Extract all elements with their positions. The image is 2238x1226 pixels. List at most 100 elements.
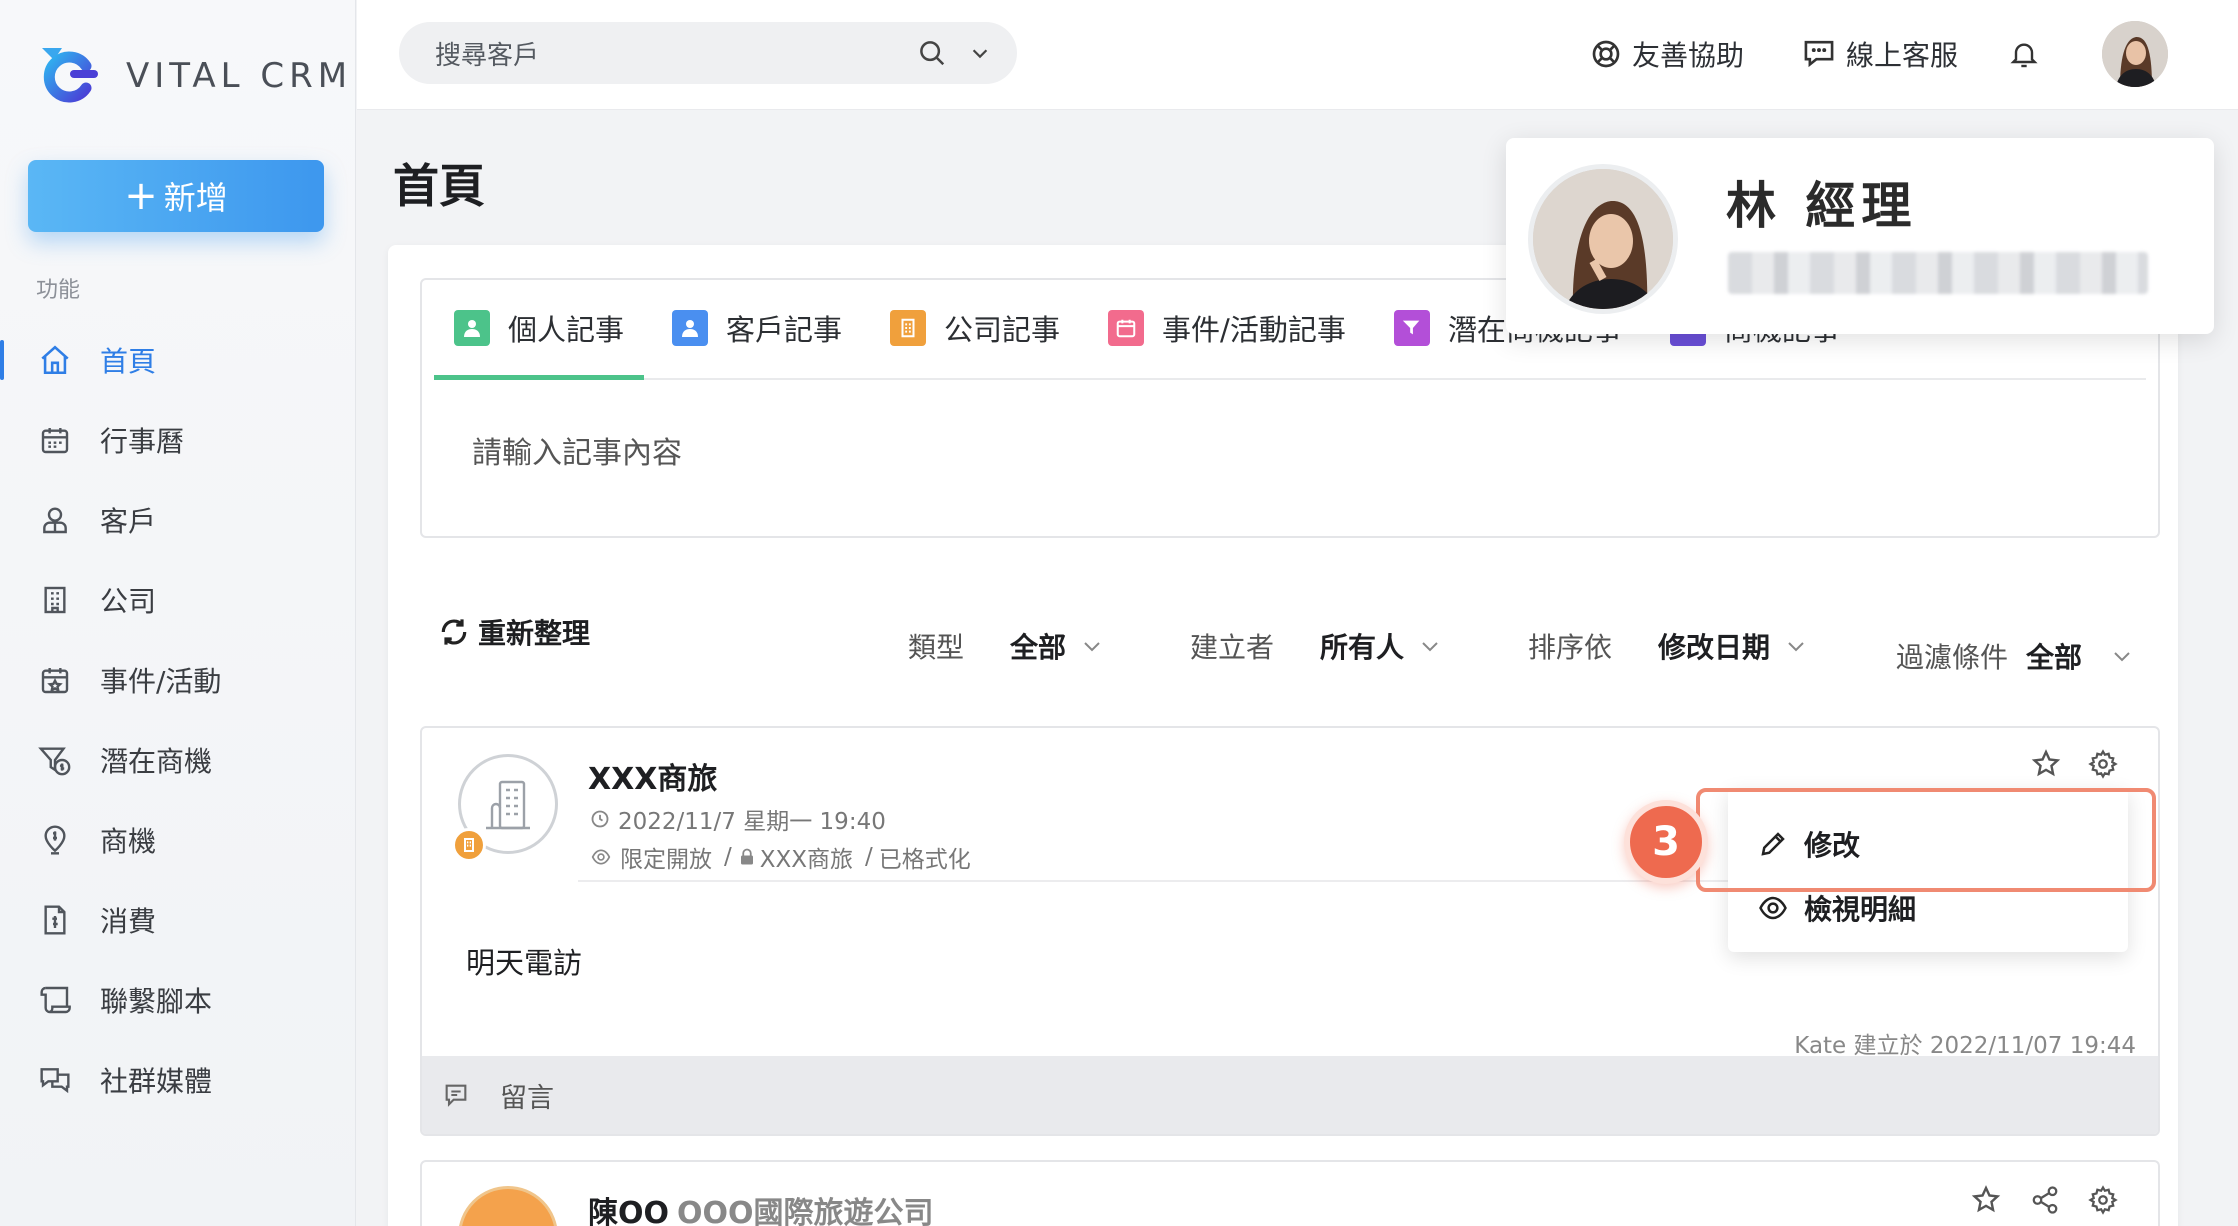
edit-highlight-box xyxy=(1696,788,2156,892)
view-detail-menu-item[interactable]: 檢視明細 xyxy=(1758,888,1916,928)
lifebuoy-icon xyxy=(1592,40,1620,68)
type-filter[interactable]: 類型 全部 xyxy=(908,626,1104,666)
search-input[interactable]: 搜尋客戶 xyxy=(435,35,895,72)
building-icon xyxy=(36,581,74,619)
sidebar-item-customer[interactable]: 客戶 xyxy=(0,480,356,560)
tab-company-note[interactable]: 公司記事 xyxy=(870,278,1080,378)
profile-popover: 林 經理 xyxy=(1506,138,2214,334)
creator-filter-value: 所有人 xyxy=(1320,631,1405,664)
profile-avatar xyxy=(1528,164,1678,314)
event-icon xyxy=(1108,310,1145,346)
support-link[interactable]: 線上客服 xyxy=(1802,34,1958,74)
creator-filter-label: 建立者 xyxy=(1190,631,1275,664)
meta-separator: / xyxy=(865,844,873,870)
sidebar-item-label: 聯繫腳本 xyxy=(100,985,213,1018)
chevron-down-icon xyxy=(1084,642,1100,652)
tab-label: 公司記事 xyxy=(944,313,1061,347)
funnel-icon xyxy=(36,741,74,779)
chevron-down-icon xyxy=(1788,642,1804,652)
search-icon[interactable] xyxy=(917,38,947,68)
funnel-icon xyxy=(1393,310,1430,346)
logo-text: VITAL CRM xyxy=(126,56,353,96)
building-icon xyxy=(890,310,927,346)
help-label: 友善協助 xyxy=(1631,39,1744,72)
customer-icon xyxy=(672,310,709,346)
condition-filter-label: 過濾條件 xyxy=(1896,641,2009,674)
record-title[interactable]: XXX商旅 xyxy=(588,754,717,798)
opportunity-icon xyxy=(36,821,74,859)
plus-icon: + xyxy=(124,173,158,219)
logo[interactable]: VITAL CRM xyxy=(32,40,352,112)
record-datetime: 2022/11/7 星期一 19:40 xyxy=(590,802,886,836)
sidebar-item-label: 公司 xyxy=(100,585,157,618)
sidebar-item-home[interactable]: 首頁 xyxy=(0,320,356,400)
building-icon xyxy=(486,780,530,830)
star-icon[interactable] xyxy=(2030,748,2062,780)
topbar: 搜尋客戶 友善協助 線上客服 xyxy=(357,0,2238,110)
refresh-button[interactable]: 重新整理 xyxy=(438,612,590,652)
sidebar-item-label: 商機 xyxy=(100,825,157,858)
chat-icon xyxy=(36,1061,74,1099)
support-label: 線上客服 xyxy=(1845,39,1958,72)
profile-name: 林 經理 xyxy=(1726,177,1918,235)
condition-filter[interactable]: 過濾條件 全部 xyxy=(1896,636,2134,676)
tab-label: 個人記事 xyxy=(508,313,625,347)
help-link[interactable]: 友善協助 xyxy=(1590,34,1744,74)
sidebar-item-calendar[interactable]: 行事曆 xyxy=(0,400,356,480)
chevron-down-icon[interactable] xyxy=(969,42,991,64)
refresh-label: 重新整理 xyxy=(478,617,591,650)
star-icon[interactable] xyxy=(1970,1184,2002,1216)
sort-filter[interactable]: 排序依 修改日期 xyxy=(1528,626,1808,666)
gear-icon[interactable] xyxy=(2088,1185,2118,1215)
view-label: 檢視明細 xyxy=(1804,893,1917,926)
eye-icon xyxy=(1759,896,1787,920)
comment-button[interactable]: 留言 xyxy=(500,1076,554,1115)
new-button[interactable]: + 新增 xyxy=(28,160,324,232)
type-filter-value: 全部 xyxy=(1010,631,1067,664)
tab-label: 客戶記事 xyxy=(726,313,843,347)
support-chat-icon xyxy=(1804,40,1834,68)
clock-icon xyxy=(591,810,609,828)
sidebar-item-script[interactable]: 聯繫腳本 xyxy=(0,960,356,1040)
record-title[interactable]: 陳OO OOO國際旅遊公司 xyxy=(588,1188,934,1226)
logo-icon xyxy=(42,48,98,103)
person-icon xyxy=(454,310,490,346)
tab-personal-note[interactable]: 個人記事 xyxy=(434,278,645,380)
meta-separator: / xyxy=(724,844,732,870)
visibility-text: 限定開放 xyxy=(620,847,712,873)
note-input[interactable]: 請輸入記事內容 xyxy=(472,428,682,472)
tab-label: 事件/活動記事 xyxy=(1162,313,1346,347)
share-icon[interactable] xyxy=(2030,1185,2060,1215)
record-created: Kate 建立於 2022/11/07 19:44 xyxy=(1794,1033,2136,1059)
sidebar-item-event[interactable]: 事件/活動 xyxy=(0,640,356,720)
sidebar-item-company[interactable]: 公司 xyxy=(0,560,356,640)
tab-event-note[interactable]: 事件/活動記事 xyxy=(1088,278,1366,378)
sidebar-item-social[interactable]: 社群媒體 xyxy=(0,1040,356,1120)
sidebar-item-label: 首頁 xyxy=(100,345,157,378)
tab-customer-note[interactable]: 客戶記事 xyxy=(652,278,862,378)
sidebar: VITAL CRM + 新增 功能 首頁 行事曆 客戶 公司 事件/活動 潛在商… xyxy=(0,0,356,1226)
sidebar-item-lead[interactable]: 潛在商機 xyxy=(0,720,356,800)
refresh-icon xyxy=(441,619,467,645)
note-record: 陳OO OOO國際旅遊公司 xyxy=(420,1160,2160,1226)
sidebar-item-opportunity[interactable]: 商機 xyxy=(0,800,356,880)
user-avatar[interactable] xyxy=(2102,21,2168,87)
page-title: 首頁 xyxy=(393,159,485,213)
record-footer: 留言 xyxy=(422,1056,2158,1134)
sort-filter-value: 修改日期 xyxy=(1658,631,1771,664)
sidebar-item-label: 社群媒體 xyxy=(100,1065,213,1098)
record-visibility: 限定開放 / XXX商旅 / 已格式化 xyxy=(590,840,971,874)
new-button-label: 新增 xyxy=(163,179,228,217)
bell-icon[interactable] xyxy=(2008,38,2040,70)
gear-icon[interactable] xyxy=(2088,749,2118,779)
search-bar[interactable]: 搜尋客戶 xyxy=(399,22,1017,84)
format-status: 已格式化 xyxy=(878,847,971,873)
linked-company[interactable]: XXX商旅 xyxy=(760,840,853,874)
step-marker: 3 xyxy=(1624,800,1708,884)
record-divider xyxy=(578,880,1818,882)
creator-filter[interactable]: 建立者 所有人 xyxy=(1190,626,1442,666)
lock-icon xyxy=(740,848,753,865)
calendar-icon xyxy=(36,421,74,459)
sidebar-item-expense[interactable]: 消費 xyxy=(0,880,356,960)
type-filter-label: 類型 xyxy=(908,631,965,664)
